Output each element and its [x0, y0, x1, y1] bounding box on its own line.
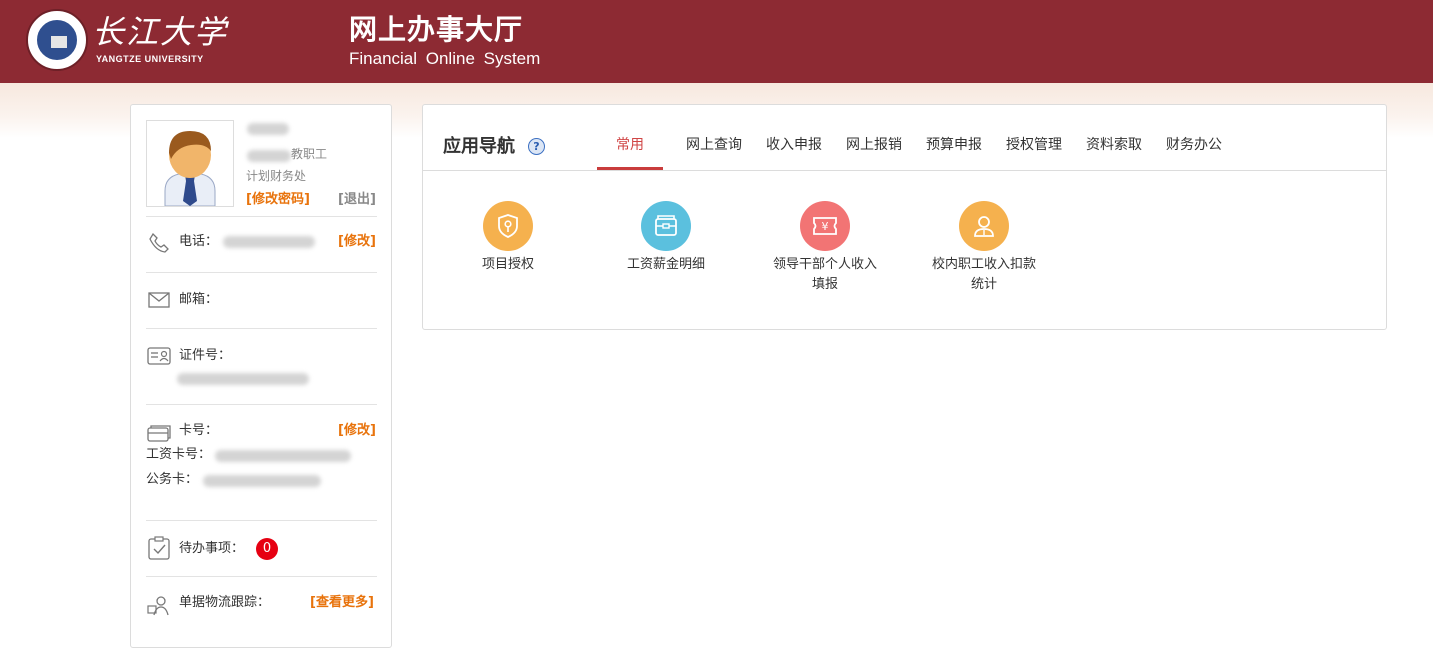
- svg-text:¥: ¥: [822, 220, 829, 233]
- tab-authorization-management[interactable]: 授权管理: [1006, 135, 1062, 155]
- system-title-cn: 网上办事大厅: [349, 13, 524, 46]
- tracking-label: 单据物流跟踪：: [179, 595, 271, 610]
- app-staff-income-deduction[interactable]: 校内职工收入扣款 统计: [919, 201, 1049, 295]
- logout-link[interactable]: [退出]: [338, 191, 376, 209]
- email-label: 邮箱：: [179, 292, 219, 307]
- nav-title: 应用导航: [443, 136, 515, 157]
- id-label: 证件号：: [179, 348, 232, 363]
- official-card-redacted: [203, 475, 321, 487]
- salary-card-label: 工资卡号：: [146, 447, 212, 462]
- tab-online-query[interactable]: 网上查询: [686, 135, 742, 155]
- divider: [146, 328, 377, 329]
- tab-online-reimbursement[interactable]: 网上报销: [846, 135, 902, 155]
- app-project-authorization[interactable]: 项目授权: [443, 201, 573, 275]
- phone-edit-link[interactable]: [修改]: [338, 233, 376, 251]
- divider: [146, 520, 377, 521]
- tab-common[interactable]: 常用: [616, 135, 644, 155]
- user-profile-card: 教职工 计划财务处 [修改密码] [退出] 电话： [修改] 邮箱： 证件号： …: [130, 104, 392, 648]
- app-leader-income-report[interactable]: ¥ 领导干部个人收入 填报: [760, 201, 890, 295]
- salary-card-redacted: [215, 450, 351, 462]
- divider: [146, 404, 377, 405]
- tracking-more-link[interactable]: [查看更多]: [310, 594, 374, 612]
- university-name-cn: 长江大学: [92, 13, 229, 51]
- email-icon: [148, 292, 170, 308]
- bank-card-icon: [147, 425, 171, 442]
- app-navigation-panel: 应用导航 ? 常用 网上查询 收入申报 网上报销 预算申报 授权管理 资料索取 …: [422, 104, 1387, 330]
- tab-budget-declaration[interactable]: 预算申报: [926, 135, 982, 155]
- ticket-yen-icon: ¥: [800, 201, 850, 251]
- help-icon[interactable]: ?: [528, 138, 545, 155]
- person-icon: [959, 201, 1009, 251]
- divider: [146, 216, 377, 217]
- card-label: 卡号：: [179, 423, 219, 438]
- tracking-icon: [147, 596, 169, 616]
- phone-label: 电话：: [179, 234, 219, 249]
- divider: [146, 272, 377, 273]
- user-name-redacted: [247, 123, 289, 135]
- user-department: 计划财务处: [246, 169, 307, 183]
- app-label: 项目授权: [481, 257, 534, 272]
- todo-label: 待办事项：: [179, 541, 245, 556]
- official-card-label: 公务卡：: [146, 472, 199, 487]
- nav-divider: [423, 170, 1386, 171]
- todo-count-badge[interactable]: 0: [256, 538, 278, 560]
- wallet-icon: [641, 201, 691, 251]
- tab-income-declaration[interactable]: 收入申报: [766, 135, 822, 155]
- app-label-line1: 校内职工收入扣款: [931, 257, 1036, 272]
- university-name-en: YANGTZE UNIVERSITY: [96, 54, 204, 64]
- avatar: [146, 120, 234, 207]
- user-avatar-icon: [147, 121, 233, 207]
- change-password-link[interactable]: [修改密码]: [246, 191, 310, 209]
- top-header: 长江大学 YANGTZE UNIVERSITY 网上办事大厅 Financial…: [0, 0, 1433, 83]
- system-title-en: Financial Online System: [349, 49, 541, 68]
- divider: [146, 576, 377, 577]
- app-label-line2: 填报: [811, 277, 838, 292]
- tab-document-request[interactable]: 资料索取: [1086, 135, 1142, 155]
- app-label-line1: 领导干部个人收入: [772, 257, 877, 272]
- app-label: 工资薪金明细: [626, 257, 705, 272]
- app-salary-details[interactable]: 工资薪金明细: [601, 201, 731, 275]
- tab-finance-office[interactable]: 财务办公: [1166, 135, 1222, 155]
- phone-value-redacted: [223, 236, 315, 248]
- phone-icon: [149, 232, 169, 253]
- card-edit-link[interactable]: [修改]: [338, 422, 376, 440]
- app-label-line2: 统计: [970, 277, 997, 292]
- clipboard-check-icon: [148, 536, 170, 560]
- user-role: 教职工: [291, 147, 328, 161]
- shield-key-icon: [483, 201, 533, 251]
- university-seal-logo: [26, 9, 88, 71]
- id-card-icon: [147, 347, 171, 365]
- app-label: 领导干部个人收入 填报: [760, 255, 890, 295]
- app-label: 校内职工收入扣款 统计: [919, 255, 1049, 295]
- id-value-redacted: [177, 373, 309, 385]
- user-id-redacted: [247, 150, 291, 162]
